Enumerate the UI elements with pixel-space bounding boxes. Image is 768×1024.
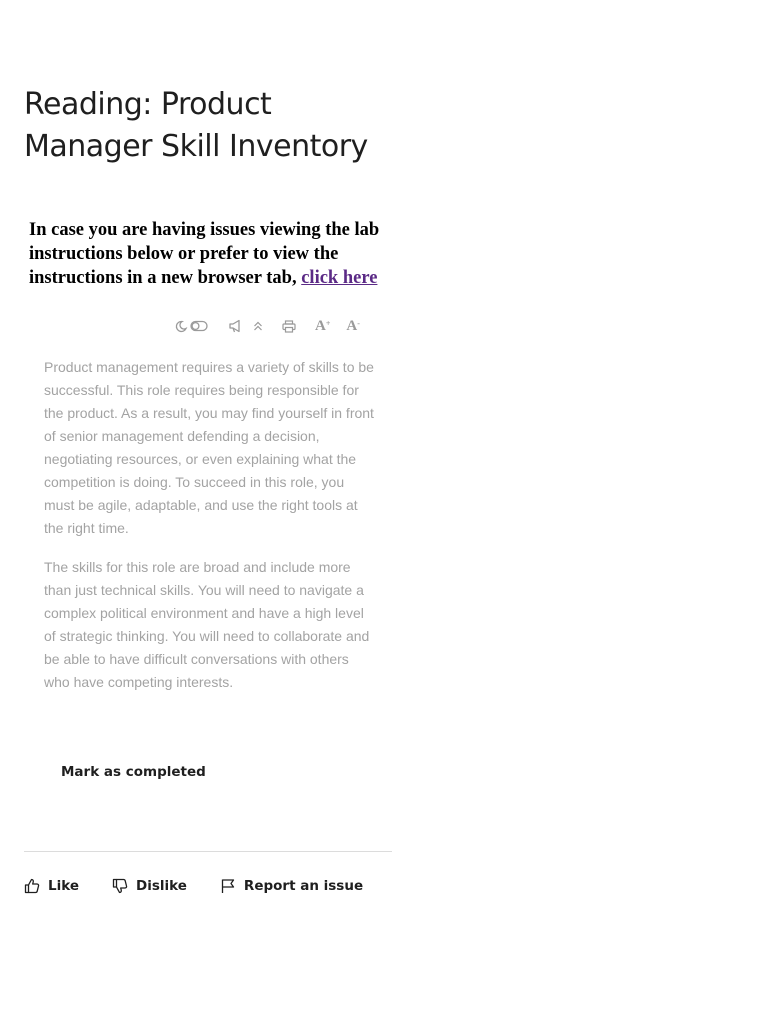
feedback-bar: Like Dislike Report an issue [24, 874, 363, 898]
mark-as-completed-button[interactable]: Mark as completed [61, 764, 206, 780]
content-paragraph: Product management requires a variety of… [44, 359, 374, 536]
dislike-button[interactable]: Dislike [112, 878, 187, 894]
dark-mode-toggle-icon[interactable] [170, 314, 210, 338]
report-issue-button[interactable]: Report an issue [220, 878, 363, 894]
thumbs-up-icon [24, 878, 40, 894]
click-here-link[interactable]: click here [301, 268, 377, 288]
flag-icon [221, 879, 235, 893]
reader-toolbar: A + A- [170, 314, 360, 338]
dislike-label: Dislike [136, 878, 187, 894]
scroll-top-icon[interactable] [250, 314, 266, 338]
print-icon[interactable] [280, 314, 298, 338]
like-button[interactable]: Like [24, 878, 79, 894]
divider [24, 851, 392, 852]
page-title: Reading: Product Manager Skill Inventory [24, 87, 368, 164]
lab-instructions-notice: In case you are having issues viewing th… [29, 218, 394, 290]
content-paragraph: The skills for this role are broad and i… [44, 559, 370, 690]
thumbs-down-icon [112, 878, 128, 894]
increase-font-icon[interactable]: A + [315, 314, 330, 338]
decrease-font-icon[interactable]: A- [346, 314, 360, 338]
read-aloud-icon[interactable] [224, 314, 248, 338]
report-issue-label: Report an issue [243, 878, 364, 894]
like-label: Like [48, 878, 80, 894]
reading-content: Product management requires a variety of… [44, 356, 378, 710]
